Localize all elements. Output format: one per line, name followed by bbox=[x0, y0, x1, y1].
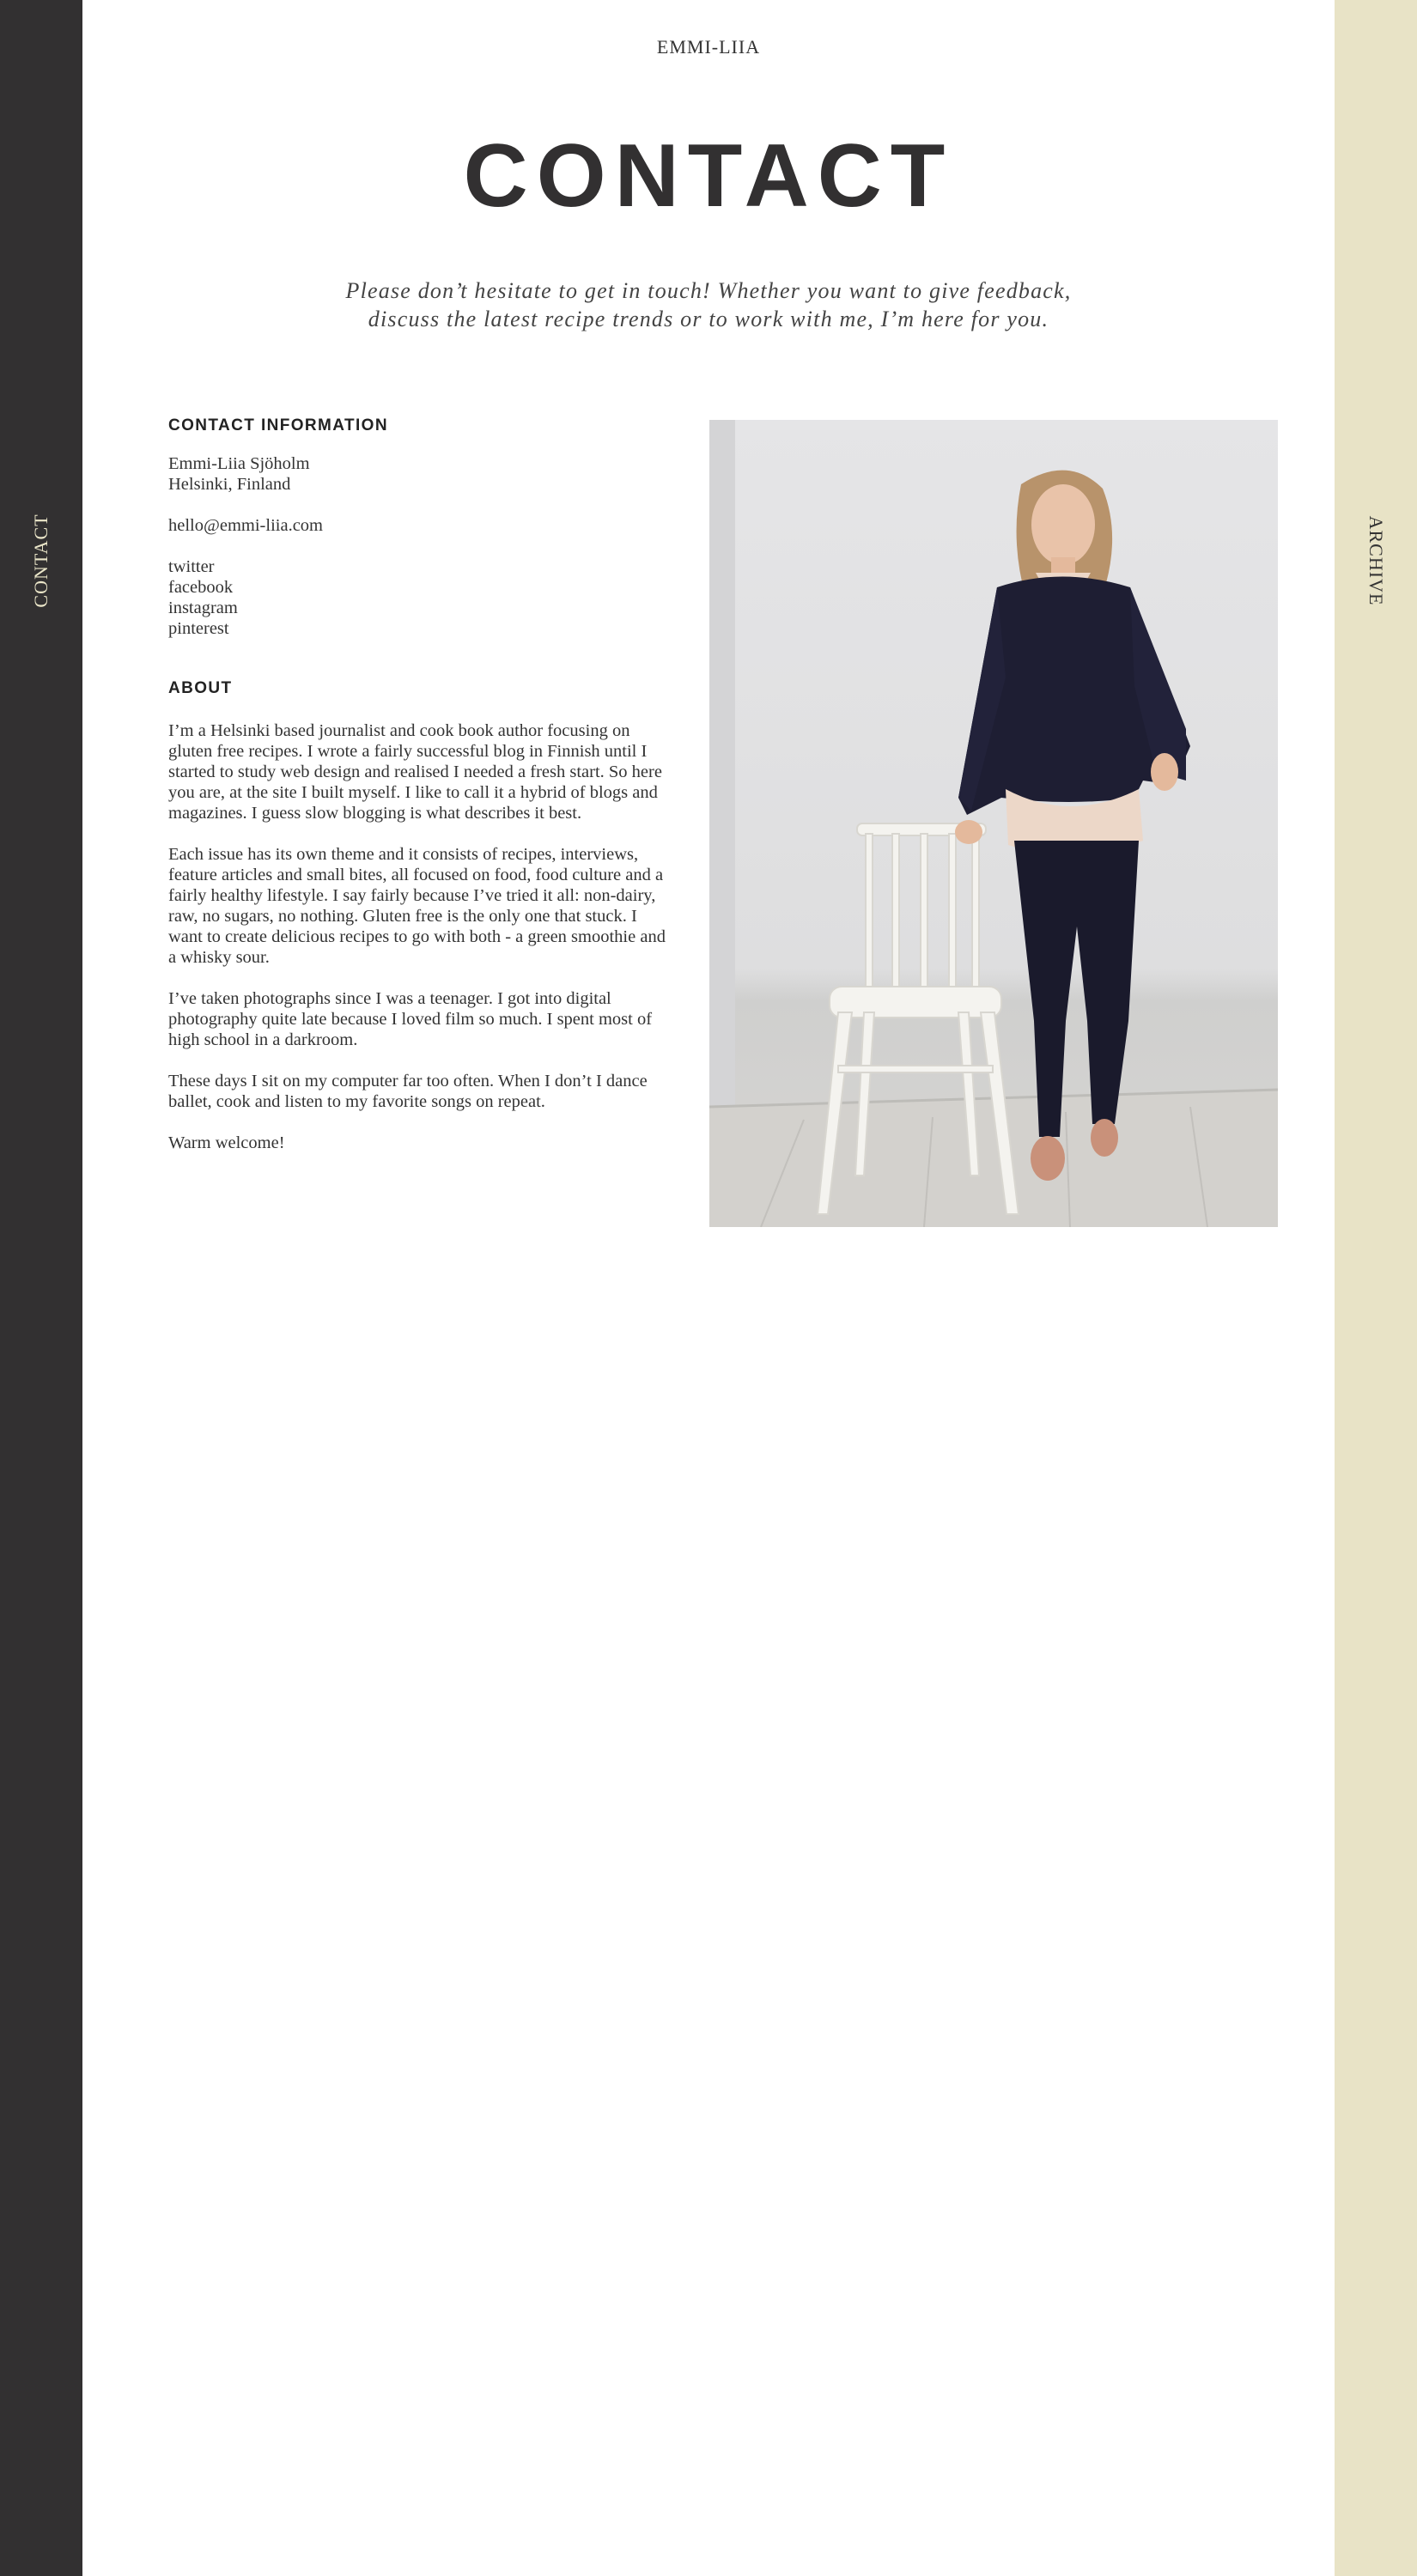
contact-nav-link[interactable]: CONTACT bbox=[30, 513, 52, 607]
portrait-illustration bbox=[709, 420, 1278, 1227]
instagram-link[interactable]: instagram bbox=[168, 598, 684, 618]
intro-text: Please don’t hesitate to get in touch! W… bbox=[279, 276, 1138, 333]
contact-location: Helsinki, Finland bbox=[168, 475, 291, 494]
left-sidebar: CONTACT bbox=[0, 0, 82, 2576]
about-heading: ABOUT bbox=[168, 679, 233, 697]
pinterest-link[interactable]: pinterest bbox=[168, 618, 684, 639]
facebook-link[interactable]: facebook bbox=[168, 577, 684, 598]
archive-nav-link[interactable]: ARCHIVE bbox=[1365, 516, 1387, 606]
about-paragraph: Warm welcome! bbox=[168, 1133, 285, 1152]
right-sidebar: ARCHIVE bbox=[1335, 0, 1417, 2576]
intro-line: Please don’t hesitate to get in touch! W… bbox=[345, 278, 1072, 303]
about-paragraph: Each issue has its own theme and it cons… bbox=[168, 845, 666, 967]
portrait-photo bbox=[709, 420, 1278, 1227]
twitter-link[interactable]: twitter bbox=[168, 556, 684, 577]
site-logo-link[interactable]: EMMI-LIIA bbox=[82, 36, 1335, 58]
contact-info-heading: CONTACT INFORMATION bbox=[168, 416, 388, 434]
main-content: EMMI-LIIA CONTACT Please don’t hesitate … bbox=[82, 0, 1335, 2576]
wall-corner bbox=[709, 420, 735, 1107]
page-title: CONTACT bbox=[463, 126, 954, 226]
about-paragraph: These days I sit on my computer far too … bbox=[168, 1072, 648, 1111]
email-link[interactable]: hello@emmi-liia.com bbox=[168, 515, 684, 536]
about-paragraph: I’ve taken photographs since I was a tee… bbox=[168, 989, 653, 1049]
intro-line: discuss the latest recipe trends or to w… bbox=[368, 307, 1049, 331]
contact-info-column: CONTACT INFORMATION Emmi-Liia Sjöholm He… bbox=[168, 414, 684, 1153]
about-paragraph: I’m a Helsinki based journalist and cook… bbox=[168, 721, 662, 823]
contact-name: Emmi-Liia Sjöholm bbox=[168, 454, 310, 473]
